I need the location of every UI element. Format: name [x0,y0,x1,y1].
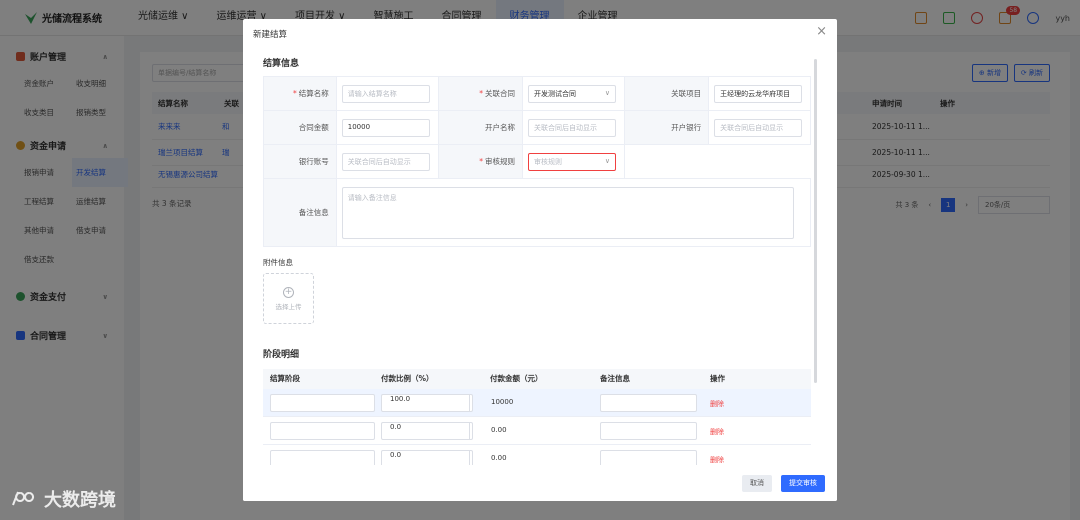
submit-review-button[interactable]: 提交审核 [781,475,825,492]
stage-row: 0.0 0.00 删除 [263,417,811,445]
stage-remark-input[interactable] [600,394,697,412]
bank-field[interactable]: 关联合同后自动显示 [714,118,803,137]
delete-link[interactable]: 删除 [710,399,724,409]
stage-table-header: 结算阶段 付款比例（%） 付款金额（元） 备注信息 操作 [263,369,811,389]
close-icon[interactable]: × [816,24,827,39]
contract-amount-field[interactable]: 10000 [341,118,430,137]
stage-remark-input[interactable] [600,422,697,440]
stepper-icon[interactable] [469,395,473,411]
attachment-label: 附件信息 [263,258,293,267]
upload-button[interactable]: + 选择上传 [263,273,314,324]
stage-amount: 0.00 [491,426,507,434]
contract-select[interactable]: 开发测试合同 ∨ [527,84,616,103]
new-settlement-dialog: 新建结算 × 结算信息 * 结算名称 请输入结算名称 * 关联合同 开发测试合同 ∨ … [243,19,837,501]
section-settlement-info: 结算信息 [263,59,300,69]
watermark-logo [12,491,35,506]
delete-link[interactable]: 删除 [710,427,724,437]
dialog-title: 新建结算 [253,30,288,40]
account-name-field[interactable]: 关联合同后自动显示 [527,118,616,137]
stage-name-input[interactable] [270,394,375,412]
chevron-down-icon: ∨ [604,156,610,165]
cancel-button[interactable]: 取消 [742,475,772,492]
settlement-name-input[interactable]: 请输入结算名称 [341,84,430,103]
review-rule-select[interactable]: 审核规则 ∨ [527,152,616,171]
stage-amount: 0.00 [491,454,507,462]
project-field[interactable]: 王经理的云龙华府项目 [714,84,803,103]
watermark: 大数跨境 [10,486,116,512]
dialog-scrollbar[interactable] [814,59,817,383]
section-stage-detail: 阶段明细 [263,350,300,360]
stage-amount: 10000 [491,398,514,406]
settlement-form: * 结算名称 请输入结算名称 * 关联合同 开发测试合同 ∨ 关联项目 王经理的云龙华… [263,76,812,247]
stage-row: 100.0 10000 删除 [263,389,811,417]
plus-icon: + [283,287,294,298]
bank-account-field[interactable]: 关联合同后自动显示 [341,152,430,171]
ratio-input[interactable]: 0.0 [381,422,473,440]
delete-link[interactable]: 删除 [710,455,724,465]
chevron-down-icon: ∨ [604,88,610,97]
ratio-input[interactable]: 100.0 [381,394,473,412]
stage-name-input[interactable] [270,422,375,440]
stepper-icon[interactable] [469,423,473,439]
remark-textarea[interactable]: 请输入备注信息 [341,186,794,239]
